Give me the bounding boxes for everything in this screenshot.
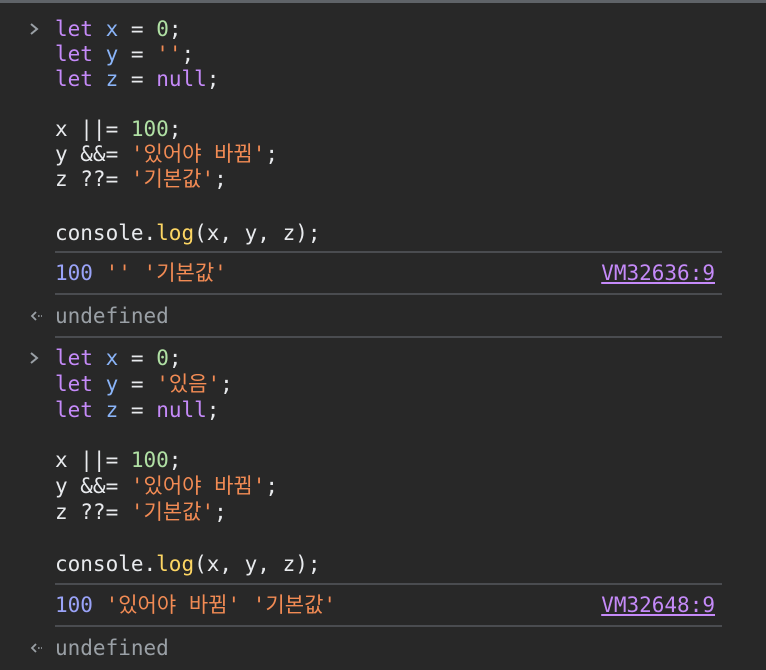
divider bbox=[55, 293, 722, 295]
return-value: undefined bbox=[55, 304, 169, 328]
log-output-row: 100 '' '기본값' VM32636:9 bbox=[55, 258, 715, 288]
return-arrow-icon bbox=[26, 303, 44, 329]
code-line: console.log(x, y, z); bbox=[55, 221, 321, 245]
source-link[interactable]: VM32636:9 bbox=[601, 258, 715, 288]
code-line: let z = null; bbox=[55, 67, 220, 91]
divider bbox=[55, 336, 722, 338]
code-line: z ??= '기본값'; bbox=[55, 167, 227, 191]
divider bbox=[55, 625, 722, 627]
code-line: console.log(x, y, z); bbox=[55, 552, 321, 576]
divider bbox=[55, 583, 722, 585]
code-line: x ||= 100; bbox=[55, 448, 182, 472]
code-line: y &&= '있어야 바뀜'; bbox=[55, 474, 279, 498]
top-border bbox=[0, 0, 766, 3]
log-output-row: 100 '있어야 바뀜' '기본값' VM32648:9 bbox=[55, 590, 715, 620]
return-arrow-icon bbox=[26, 635, 44, 661]
code-line: let z = null; bbox=[55, 398, 220, 422]
code-line: let x = 0; bbox=[55, 17, 182, 41]
code-line: x ||= 100; bbox=[55, 117, 182, 141]
code-line: let y = ''; bbox=[55, 42, 195, 66]
source-link[interactable]: VM32648:9 bbox=[601, 590, 715, 620]
code-line: let x = 0; bbox=[55, 346, 182, 370]
return-value: undefined bbox=[55, 636, 169, 660]
divider bbox=[55, 251, 722, 253]
code-line: z ??= '기본값'; bbox=[55, 500, 227, 524]
code-line: y &&= '있어야 바뀜'; bbox=[55, 142, 279, 166]
chevron-right-icon bbox=[26, 16, 44, 42]
code-line: let y = '있음'; bbox=[55, 372, 233, 396]
chevron-right-icon bbox=[26, 345, 44, 371]
